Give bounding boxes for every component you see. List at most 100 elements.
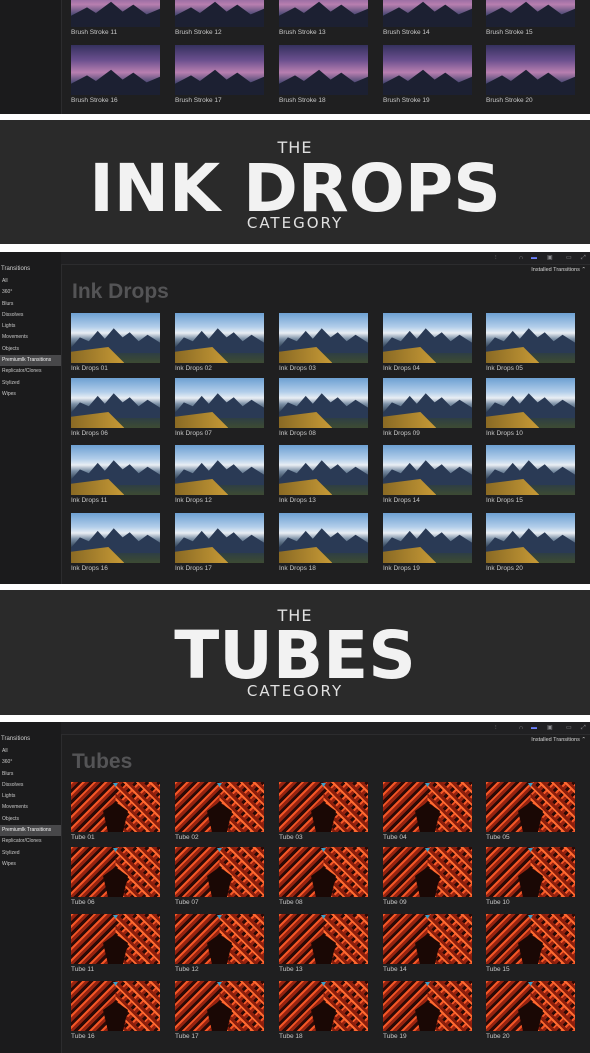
sidebar-item[interactable]: Premiumlk Transitions xyxy=(0,825,61,837)
thumbnail-image xyxy=(486,513,575,563)
transition-item[interactable]: Ink Drops 19 xyxy=(383,513,472,572)
sidebar-item[interactable]: Dissolves xyxy=(0,310,61,321)
sidebar-item[interactable]: Movements xyxy=(0,802,61,813)
transition-item[interactable]: Ink Drops 04 xyxy=(383,313,472,372)
transition-item[interactable]: Tube 05 xyxy=(486,782,575,841)
sidebar-item[interactable]: Dissolves xyxy=(0,780,61,791)
sidebar-item[interactable]: 360° xyxy=(0,287,61,298)
clip-icon[interactable]: ▭ xyxy=(566,725,572,731)
transition-item[interactable]: Ink Drops 12 xyxy=(175,445,264,504)
transition-label: Brush Stroke 17 xyxy=(175,97,222,104)
transition-item[interactable]: Ink Drops 16 xyxy=(71,513,160,572)
thumbnail-image xyxy=(383,378,472,428)
transition-item[interactable]: Tube 07 xyxy=(175,847,264,906)
transition-item[interactable]: Ink Drops 14 xyxy=(383,445,472,504)
video-icon[interactable]: ▬ xyxy=(531,255,537,261)
transition-label: Ink Drops 17 xyxy=(175,565,212,572)
transition-item[interactable]: Tube 13 xyxy=(279,914,368,973)
transition-item[interactable]: Tube 04 xyxy=(383,782,472,841)
transition-item[interactable]: Tube 20 xyxy=(486,981,575,1040)
filmstrip-icon[interactable]: ▣ xyxy=(547,725,553,731)
waveform-icon[interactable]: ⫶ xyxy=(495,725,497,731)
transition-item[interactable]: Tube 10 xyxy=(486,847,575,906)
headphones-icon[interactable]: ∩ xyxy=(519,255,523,261)
transition-item[interactable]: Brush Stroke 14 xyxy=(383,0,472,36)
sidebar-item[interactable]: Objects xyxy=(0,814,61,825)
transition-item[interactable]: Ink Drops 01 xyxy=(71,313,160,372)
transition-item[interactable]: Tube 01 xyxy=(71,782,160,841)
transition-label: Tube 10 xyxy=(486,899,510,906)
transition-item[interactable]: Tube 12 xyxy=(175,914,264,973)
transition-item[interactable]: Tube 18 xyxy=(279,981,368,1040)
fullscreen-icon[interactable]: ⤢ xyxy=(581,725,586,731)
thumbnail-image xyxy=(279,981,368,1031)
sidebar-item[interactable]: Stylized xyxy=(0,378,61,389)
sidebar-item[interactable]: 360° xyxy=(0,757,61,768)
transition-item[interactable]: Tube 02 xyxy=(175,782,264,841)
transition-label: Tube 09 xyxy=(383,899,407,906)
sidebar-item[interactable]: Blurs xyxy=(0,299,61,310)
transition-label: Ink Drops 09 xyxy=(383,430,420,437)
transition-label: Tube 15 xyxy=(486,966,510,973)
sidebar-item[interactable]: Lights xyxy=(0,321,61,332)
transition-item[interactable]: Brush Stroke 18 xyxy=(279,45,368,104)
transition-item[interactable]: Tube 03 xyxy=(279,782,368,841)
transition-item[interactable]: Tube 09 xyxy=(383,847,472,906)
transition-item[interactable]: Ink Drops 07 xyxy=(175,378,264,437)
transition-item[interactable]: Ink Drops 09 xyxy=(383,378,472,437)
installed-transitions-dropdown[interactable]: Installed Transitions ⌃ xyxy=(531,267,586,273)
waveform-icon[interactable]: ⫶ xyxy=(495,255,497,261)
category-title: Ink Drops xyxy=(72,280,169,303)
sidebar-item[interactable]: All xyxy=(0,746,61,757)
transition-item[interactable]: Brush Stroke 11 xyxy=(71,0,160,36)
transition-item[interactable]: Brush Stroke 17 xyxy=(175,45,264,104)
sidebar-item[interactable]: Stylized xyxy=(0,848,61,859)
transition-item[interactable]: Ink Drops 03 xyxy=(279,313,368,372)
transition-item[interactable]: Tube 14 xyxy=(383,914,472,973)
transition-item[interactable]: Brush Stroke 15 xyxy=(486,0,575,36)
thumbnail-image xyxy=(486,313,575,363)
transition-item[interactable]: Brush Stroke 12 xyxy=(175,0,264,36)
sidebar-item[interactable]: Replicator/Clones xyxy=(0,836,61,847)
transition-item[interactable]: Tube 17 xyxy=(175,981,264,1040)
sidebar-item[interactable]: Blurs xyxy=(0,769,61,780)
transition-item[interactable]: Tube 06 xyxy=(71,847,160,906)
thumbnail-image xyxy=(175,513,264,563)
transition-item[interactable]: Tube 08 xyxy=(279,847,368,906)
transition-item[interactable]: Ink Drops 18 xyxy=(279,513,368,572)
transition-item[interactable]: Ink Drops 15 xyxy=(486,445,575,504)
transition-item[interactable]: Tube 19 xyxy=(383,981,472,1040)
transition-item[interactable]: Ink Drops 13 xyxy=(279,445,368,504)
sidebar-item[interactable]: Premiumlk Transitions xyxy=(0,355,61,367)
transition-item[interactable]: Ink Drops 08 xyxy=(279,378,368,437)
transition-item[interactable]: Ink Drops 10 xyxy=(486,378,575,437)
headphones-icon[interactable]: ∩ xyxy=(519,725,523,731)
transition-item[interactable]: Ink Drops 20 xyxy=(486,513,575,572)
sidebar-item[interactable]: Objects xyxy=(0,344,61,355)
filmstrip-icon[interactable]: ▣ xyxy=(547,255,553,261)
sidebar-item[interactable]: Lights xyxy=(0,791,61,802)
transition-item[interactable]: Ink Drops 06 xyxy=(71,378,160,437)
transition-item[interactable]: Brush Stroke 16 xyxy=(71,45,160,104)
thumbnail-image xyxy=(279,378,368,428)
sidebar-item[interactable]: Wipes xyxy=(0,389,61,400)
transition-item[interactable]: Tube 16 xyxy=(71,981,160,1040)
transition-item[interactable]: Ink Drops 11 xyxy=(71,445,160,504)
installed-transitions-dropdown[interactable]: Installed Transitions ⌃ xyxy=(531,737,586,743)
sidebar-item[interactable]: Wipes xyxy=(0,859,61,870)
transition-item[interactable]: Ink Drops 17 xyxy=(175,513,264,572)
transition-item[interactable]: Brush Stroke 20 xyxy=(486,45,575,104)
video-icon[interactable]: ▬ xyxy=(531,725,537,731)
transition-item[interactable]: Brush Stroke 13 xyxy=(279,0,368,36)
sidebar-item[interactable]: Replicator/Clones xyxy=(0,366,61,377)
transition-item[interactable]: Tube 11 xyxy=(71,914,160,973)
transition-label: Ink Drops 12 xyxy=(175,497,212,504)
clip-icon[interactable]: ▭ xyxy=(566,255,572,261)
transition-item[interactable]: Brush Stroke 19 xyxy=(383,45,472,104)
fullscreen-icon[interactable]: ⤢ xyxy=(581,255,586,261)
transition-item[interactable]: Ink Drops 02 xyxy=(175,313,264,372)
transition-item[interactable]: Ink Drops 05 xyxy=(486,313,575,372)
transition-item[interactable]: Tube 15 xyxy=(486,914,575,973)
sidebar-item[interactable]: All xyxy=(0,276,61,287)
sidebar-item[interactable]: Movements xyxy=(0,332,61,343)
